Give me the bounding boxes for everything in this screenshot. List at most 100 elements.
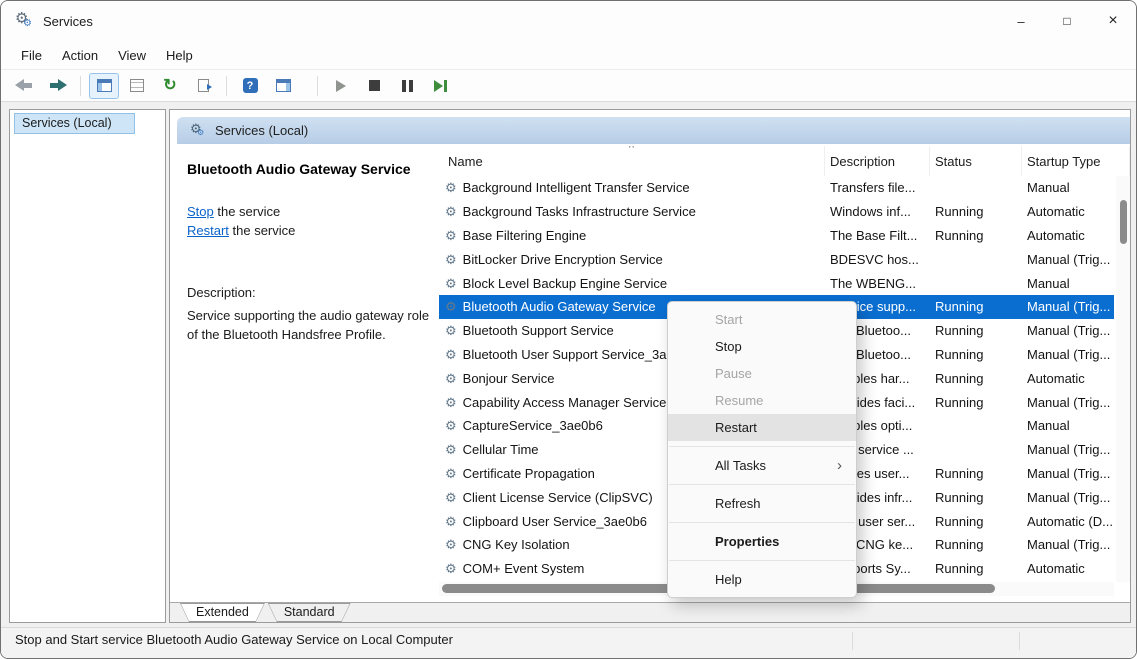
service-status: Running (930, 395, 1022, 410)
forward-arrow-icon (48, 79, 67, 92)
menu-file[interactable]: File (11, 45, 52, 66)
start-service-button[interactable] (326, 73, 356, 99)
service-startup-type: Automatic (1022, 204, 1114, 219)
context-menu-item[interactable]: Restart › (668, 414, 856, 441)
help-button[interactable]: ? (235, 73, 265, 99)
context-menu-item-label: Pause (715, 366, 752, 381)
service-name: Client License Service (ClipSVC) (463, 490, 653, 505)
context-menu-item[interactable]: Help › (668, 566, 856, 593)
menu-action[interactable]: Action (52, 45, 108, 66)
service-startup-type: Automatic (1022, 228, 1114, 243)
restart-link-suffix: the service (229, 223, 295, 238)
service-startup-type: Manual (Trig... (1022, 466, 1114, 481)
service-startup-type: Automatic (1022, 561, 1114, 576)
service-startup-type: Manual (1022, 180, 1114, 195)
service-startup-type: Manual (Trig... (1022, 395, 1114, 410)
service-startup-type: Manual (1022, 276, 1114, 291)
window-title: Services (43, 14, 93, 29)
context-menu-item[interactable]: Properties › (668, 528, 856, 555)
column-header-status[interactable]: Status (930, 146, 1022, 176)
service-status: Running (930, 228, 1022, 243)
toolbar-separator (80, 76, 81, 96)
service-startup-type: Manual (Trig... (1022, 299, 1114, 314)
export-list-button[interactable] (188, 73, 218, 99)
description-text: Service supporting the audio gateway rol… (187, 306, 437, 344)
vertical-scrollbar[interactable] (1116, 176, 1130, 582)
window-controls: – □ × (998, 1, 1136, 41)
column-header-startup-type[interactable]: Startup Type (1022, 146, 1130, 176)
service-startup-type: Manual (Trig... (1022, 537, 1114, 552)
properties-button[interactable] (122, 73, 152, 99)
forward-button[interactable] (42, 73, 72, 99)
column-header-name[interactable]: ^ Name (439, 146, 825, 176)
menu-view[interactable]: View (108, 45, 156, 66)
action-pane-button[interactable] (268, 73, 298, 99)
help-icon: ? (243, 78, 258, 93)
properties-icon (130, 79, 144, 92)
service-description: The WBENG... (825, 276, 930, 291)
table-row[interactable]: ⚙ BitLocker Drive Encryption Service BDE… (439, 247, 1114, 271)
services-app-icon: ⚙ ⚙ (15, 11, 35, 31)
column-header-label: Description (830, 154, 895, 169)
titlebar: ⚙ ⚙ Services – □ × (1, 1, 1136, 41)
stop-service-button[interactable] (359, 73, 389, 99)
context-menu-item[interactable]: Resume › (668, 387, 856, 414)
service-gear-icon: ⚙ (445, 324, 457, 337)
service-gear-icon: ⚙ (445, 229, 457, 242)
service-gear-icon: ⚙ (445, 467, 457, 480)
service-gear-icon: ⚙ (445, 372, 457, 385)
tab-standard[interactable]: Standard (268, 603, 351, 622)
maximize-icon: □ (1063, 14, 1070, 28)
service-name: Certificate Propagation (463, 466, 595, 481)
context-menu-item[interactable]: Pause › (668, 360, 856, 387)
menu-help[interactable]: Help (156, 45, 203, 66)
service-gear-icon: ⚙ (445, 253, 457, 266)
context-menu-item[interactable]: Start › (668, 306, 856, 333)
vertical-scrollbar-thumb[interactable] (1120, 200, 1127, 244)
minimize-button[interactable]: – (998, 1, 1044, 41)
tree-item-services-local[interactable]: Services (Local) (14, 113, 135, 134)
service-gear-icon: ⚙ (445, 300, 457, 313)
service-name: Capability Access Manager Service (463, 395, 667, 410)
back-button[interactable] (9, 73, 39, 99)
service-name: Background Tasks Infrastructure Service (463, 204, 696, 219)
service-gear-icon: ⚙ (445, 538, 457, 551)
service-description: Transfers file... (825, 180, 930, 195)
context-menu-item-label: Start (715, 312, 742, 327)
column-header-description[interactable]: Description (825, 146, 930, 176)
pause-service-button[interactable] (392, 73, 422, 99)
show-console-tree-button[interactable] (89, 73, 119, 99)
statusbar-separator (852, 632, 853, 650)
service-description: Windows inf... (825, 204, 930, 219)
service-gear-icon: ⚙ (445, 181, 457, 194)
context-menu-item[interactable]: Refresh › (668, 490, 856, 517)
service-name: Background Intelligent Transfer Service (463, 180, 690, 195)
refresh-button[interactable]: ↻ (155, 73, 185, 99)
service-status: Running (930, 466, 1022, 481)
tab-extended[interactable]: Extended (180, 603, 265, 622)
statusbar: Stop and Start service Bluetooth Audio G… (1, 627, 1136, 658)
selected-service-title: Bluetooth Audio Gateway Service (187, 161, 428, 177)
context-menu-item-label: Stop (715, 339, 742, 354)
service-status: Running (930, 347, 1022, 362)
maximize-button[interactable]: □ (1044, 1, 1090, 41)
context-menu-item[interactable]: All Tasks › (668, 452, 856, 479)
column-header-label: Status (935, 154, 972, 169)
restart-service-button[interactable] (425, 73, 455, 99)
stop-service-link[interactable]: Stop (187, 204, 214, 219)
table-row[interactable]: ⚙ Background Intelligent Transfer Servic… (439, 176, 1114, 200)
service-name: Bluetooth User Support Service_3ae0b6 (463, 347, 696, 362)
context-menu-item-label: Restart (715, 420, 757, 435)
table-row[interactable]: ⚙ Background Tasks Infrastructure Servic… (439, 200, 1114, 224)
service-description: The Base Filt... (825, 228, 930, 243)
context-menu-item-label: Refresh (715, 496, 761, 511)
restart-service-link[interactable]: Restart (187, 223, 229, 238)
close-icon: × (1108, 12, 1117, 30)
close-button[interactable]: × (1090, 1, 1136, 41)
services-icon: ⚙ ⚙ (190, 123, 206, 138)
service-startup-type: Manual (Trig... (1022, 323, 1114, 338)
table-row[interactable]: ⚙ Base Filtering Engine The Base Filt...… (439, 224, 1114, 248)
table-row[interactable]: ⚙ Block Level Backup Engine Service The … (439, 271, 1114, 295)
context-menu-item[interactable]: Stop › (668, 333, 856, 360)
service-gear-icon: ⚙ (445, 491, 457, 504)
